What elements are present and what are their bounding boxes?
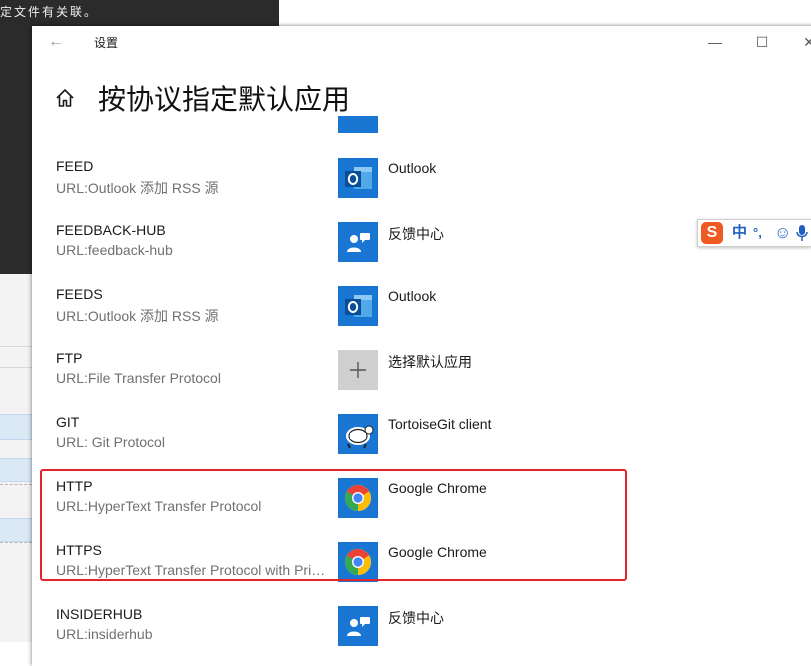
red-highlight-annotation <box>40 469 627 581</box>
plus-icon[interactable] <box>338 350 378 390</box>
tortoisegit-icon[interactable] <box>338 414 378 454</box>
protocol-name: FEEDBACK-HUB <box>56 222 166 238</box>
app-tile-partial[interactable] <box>338 116 378 133</box>
outlook-icon[interactable] <box>338 158 378 198</box>
list-item: INSIDERHUB URL:insiderhub 反馈中心 <box>32 606 792 666</box>
protocol-name: FEED <box>56 158 94 174</box>
page-title: 按协议指定默认应用 <box>98 84 351 115</box>
background-divider <box>0 542 32 543</box>
protocol-description: URL:File Transfer Protocol <box>56 370 221 386</box>
protocol-name: FEEDS <box>56 286 103 302</box>
background-window-text: 定文件有关联。 <box>0 5 99 19</box>
minimize-button[interactable]: — <box>704 32 726 52</box>
ime-punctuation-toggle[interactable]: °, <box>753 223 762 243</box>
protocol-name: FTP <box>56 350 83 366</box>
emoji-icon[interactable]: ☺ <box>774 223 791 243</box>
protocol-description: URL:feedback-hub <box>56 242 173 258</box>
background-row <box>0 346 32 368</box>
ime-mode-toggle[interactable]: 中 <box>732 223 747 243</box>
list-item: FEEDS URL:Outlook 添加 RSS 源 Outlook <box>32 286 792 350</box>
app-name[interactable]: TortoiseGit client <box>388 416 491 432</box>
app-name[interactable]: 反馈中心 <box>388 224 444 244</box>
back-button[interactable]: ← <box>44 31 68 53</box>
sogou-logo-icon[interactable]: S <box>701 222 723 244</box>
background-row-selected <box>0 414 32 440</box>
protocol-name: INSIDERHUB <box>56 606 143 622</box>
background-window-strip <box>279 0 811 26</box>
background-divider <box>0 484 32 485</box>
background-window-panel <box>0 274 32 642</box>
protocol-name: GIT <box>56 414 80 430</box>
window-title: 设置 <box>94 36 119 50</box>
settings-window: ← 设置 — ☐ ✕ 按协议指定默认应用 FEED URL:Outlook 添加… <box>32 26 811 666</box>
background-row-selected <box>0 518 32 542</box>
app-name[interactable]: 选择默认应用 <box>388 352 472 372</box>
list-item: FTP URL:File Transfer Protocol 选择默认应用 <box>32 350 792 414</box>
maximize-button[interactable]: ☐ <box>751 32 773 52</box>
protocol-description: URL: Git Protocol <box>56 434 165 450</box>
protocol-description: URL:insiderhub <box>56 626 153 642</box>
list-item: FEEDBACK-HUB URL:feedback-hub 反馈中心 <box>32 222 792 286</box>
title-bar: ← 设置 — ☐ ✕ <box>32 26 811 58</box>
app-name[interactable]: 反馈中心 <box>388 608 444 628</box>
list-item: FEED URL:Outlook 添加 RSS 源 Outlook <box>32 158 792 222</box>
protocol-list: FEED URL:Outlook 添加 RSS 源 Outlook FEEDBA… <box>32 116 811 666</box>
microphone-icon[interactable] <box>796 224 808 242</box>
protocol-description: URL:Outlook 添加 RSS 源 <box>56 308 219 324</box>
outlook-icon[interactable] <box>338 286 378 326</box>
feedback-hub-icon[interactable] <box>338 606 378 646</box>
feedback-hub-icon[interactable] <box>338 222 378 262</box>
app-name[interactable]: Outlook <box>388 288 436 304</box>
protocol-description: URL:Outlook 添加 RSS 源 <box>56 180 219 196</box>
close-button[interactable]: ✕ <box>798 32 811 52</box>
ime-toolbar: S 中 °, ☺ <box>697 219 811 247</box>
home-icon[interactable] <box>54 87 76 109</box>
app-name[interactable]: Outlook <box>388 160 436 176</box>
background-row-selected <box>0 458 32 482</box>
